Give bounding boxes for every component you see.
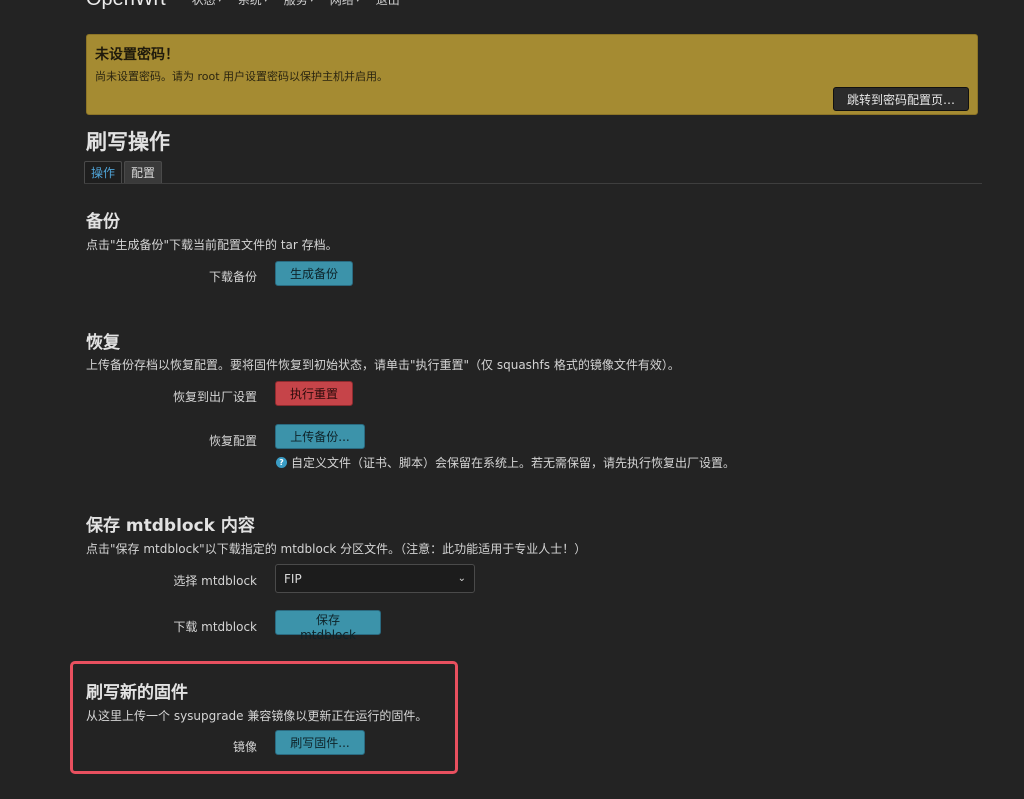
restore-config-label: 恢复配置 (208, 434, 257, 448)
perform-reset-button[interactable]: 执行重置 (275, 381, 353, 406)
mtdblock-select-value: FIP (284, 571, 302, 586)
factory-reset-label: 恢复到出厂设置 (172, 390, 257, 404)
nav-status-label: 状态 (192, 0, 216, 8)
restore-title: 恢复 (86, 333, 120, 353)
nav-services[interactable]: 服务▾ (284, 0, 314, 8)
tab-bar: 操作 配置 (84, 161, 163, 183)
alert-text: 尚未设置密码。请为 root 用户设置密码以保护主机并启用。 (95, 70, 389, 83)
goto-password-config-button[interactable]: 跳转到密码配置页… (832, 87, 969, 111)
backup-title: 备份 (86, 212, 120, 232)
tab-configuration[interactable]: 配置 (124, 161, 163, 183)
nav-logout[interactable]: 退出 (376, 0, 400, 8)
alert-title: 未设置密码！ (95, 47, 179, 63)
nav-network-label: 网络 (330, 0, 354, 8)
nav-system[interactable]: 系统▾ (238, 0, 268, 8)
help-icon: ? (276, 457, 287, 468)
caret-down-icon: ▾ (218, 0, 222, 4)
page-title: 刷写操作 (86, 130, 170, 154)
nav-network[interactable]: 网络▾ (330, 0, 360, 8)
caret-down-icon: ▾ (264, 0, 268, 4)
highlight-box (70, 661, 458, 774)
restore-hint: ? 自定义文件（证书、脚本）会保留在系统上。若无需保留，请先执行恢复出厂设置。 (276, 454, 735, 471)
caret-down-icon: ▾ (310, 0, 314, 4)
caret-down-icon: ▾ (356, 0, 360, 4)
restore-description: 上传备份存档以恢复配置。要将固件恢复到初始状态，请单击"执行重置"（仅 squa… (86, 358, 680, 372)
upload-backup-button[interactable]: 上传备份... (275, 424, 365, 449)
chevron-down-icon: ⌄ (457, 573, 466, 584)
select-mtdblock-label: 选择 mtdblock (173, 574, 257, 588)
nav-status[interactable]: 状态▾ (192, 0, 222, 8)
restore-hint-text: 自定义文件（证书、脚本）会保留在系统上。若无需保留，请先执行恢复出厂设置。 (291, 456, 736, 470)
nav-services-label: 服务 (284, 0, 308, 8)
mtdblock-description: 点击"保存 mtdblock"以下载指定的 mtdblock 分区文件。（注意：… (86, 542, 587, 556)
no-password-alert: 未设置密码！ 尚未设置密码。请为 root 用户设置密码以保护主机并启用。 跳转… (86, 34, 978, 115)
tab-actions[interactable]: 操作 (84, 161, 123, 183)
nav-system-label: 系统 (238, 0, 262, 8)
top-navbar: OpenWrt 状态▾ 系统▾ 服务▾ 网络▾ 退出 (86, 0, 416, 10)
download-mtdblock-label: 下载 mtdblock (173, 620, 257, 634)
nav-logout-label: 退出 (376, 0, 400, 8)
backup-description: 点击"生成备份"下载当前配置文件的 tar 存档。 (86, 238, 338, 252)
download-backup-label: 下载备份 (208, 270, 257, 284)
tab-divider (84, 183, 982, 184)
mtdblock-title: 保存 mtdblock 内容 (86, 516, 255, 536)
generate-backup-button[interactable]: 生成备份 (275, 261, 353, 286)
mtdblock-select[interactable]: FIP ⌄ (275, 564, 475, 593)
save-mtdblock-button[interactable]: 保存 mtdblock (275, 610, 381, 642)
brand-logo[interactable]: OpenWrt (86, 0, 166, 11)
